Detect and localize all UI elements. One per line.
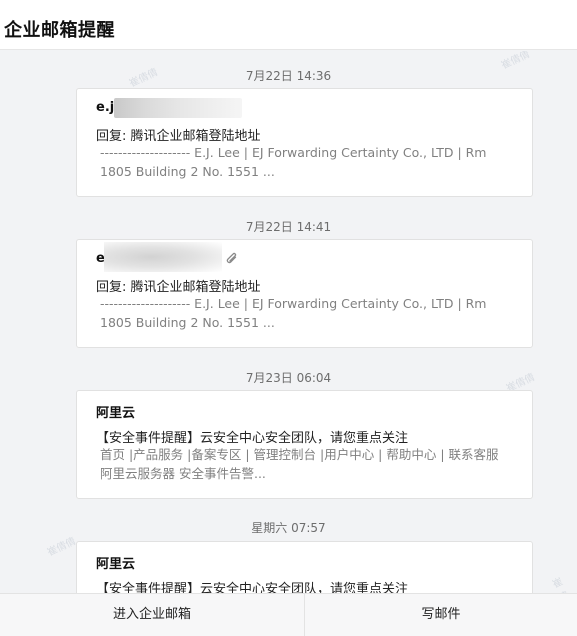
bottom-toolbar: 进入企业邮箱 写邮件 <box>0 593 577 636</box>
enter-mailbox-button[interactable]: 进入企业邮箱 <box>0 594 304 636</box>
paperclip-icon <box>226 252 237 264</box>
message-subject: 回复: 腾讯企业邮箱登陆地址 <box>96 280 261 295</box>
compose-button[interactable]: 写邮件 <box>305 594 577 636</box>
message-feed[interactable]: 崔倩倩 崔倩倩 崔倩倩 崔倩倩 崔倩倩 7月22日 14:36 e.j. 回复:… <box>0 51 577 593</box>
watermark: 崔倩倩 <box>45 535 78 559</box>
message-preview-line: -------------------- E.J. Lee | EJ Forwa… <box>100 296 487 311</box>
sender-name: 阿里云 <box>96 557 136 572</box>
message-preview-line: -------------------- E.J. Lee | EJ Forwa… <box>100 145 487 160</box>
message-timestamp: 7月22日 14:41 <box>245 220 332 234</box>
message-subject: 【安全事件提醒】云安全中心安全团队，请您重点关注 <box>96 582 409 593</box>
message-preview-line: 1805 Building 2 No. 1551 ... <box>100 315 275 330</box>
message-card[interactable]: e 回复: 腾讯企业邮箱登陆地址 -------------------- E.… <box>76 239 533 348</box>
sender-name: 阿里云 <box>96 406 136 421</box>
app-header: 企业邮箱提醒 <box>0 0 577 50</box>
message-timestamp: 7月23日 06:04 <box>245 371 332 385</box>
message-preview-line: 阿里云服务器 安全事件告警... <box>100 466 266 481</box>
message-timestamp: 7月22日 14:36 <box>245 69 332 83</box>
redacted-sender <box>104 242 222 272</box>
message-preview-line: 1805 Building 2 No. 1551 ... <box>100 164 275 179</box>
watermark: 崔倩倩 <box>551 576 571 593</box>
message-preview-line: 首页 |产品服务 |备案专区 | 管理控制台 |用户中心 | 帮助中心 | 联系… <box>100 447 499 462</box>
message-card[interactable]: 阿里云 【安全事件提醒】云安全中心安全团队，请您重点关注 <box>76 541 533 593</box>
message-card[interactable]: 阿里云 【安全事件提醒】云安全中心安全团队，请您重点关注 首页 |产品服务 |备… <box>76 390 533 499</box>
message-subject: 回复: 腾讯企业邮箱登陆地址 <box>96 129 261 144</box>
message-timestamp: 星期六 07:57 <box>251 521 326 535</box>
message-subject: 【安全事件提醒】云安全中心安全团队，请您重点关注 <box>96 431 409 446</box>
page-title: 企业邮箱提醒 <box>4 20 115 41</box>
redacted-sender <box>114 98 242 118</box>
message-card[interactable]: e.j. 回复: 腾讯企业邮箱登陆地址 --------------------… <box>76 88 533 197</box>
